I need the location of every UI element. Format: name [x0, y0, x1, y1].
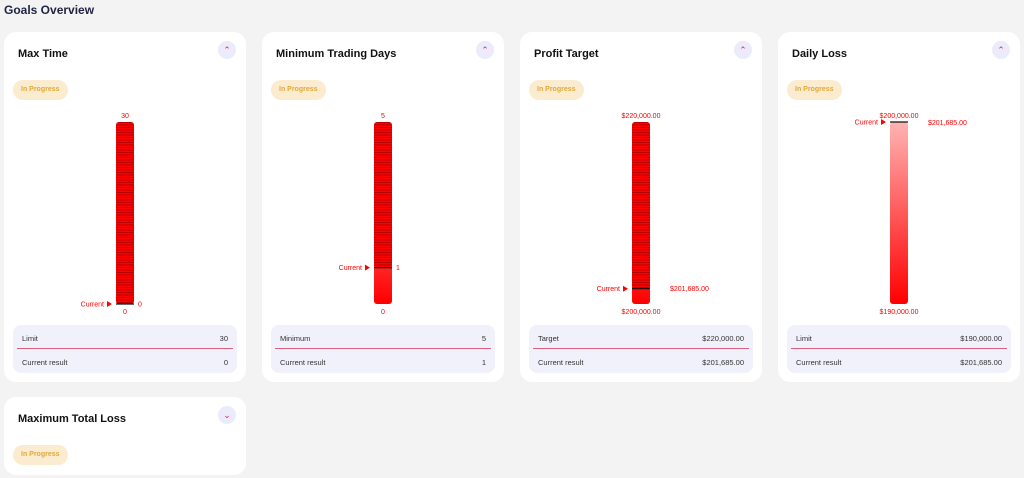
info-box: Minimum 5 Current result 1: [271, 325, 495, 373]
gauge-bottom-label: $200,000.00: [622, 309, 661, 316]
info-label: Limit: [796, 334, 812, 343]
info-label: Target: [538, 334, 559, 343]
info-value: $201,685.00: [960, 358, 1002, 367]
info-divider: [275, 348, 491, 349]
info-value: $201,685.00: [702, 358, 744, 367]
info-box: Limit $190,000.00 Current result $201,685.…: [787, 325, 1011, 373]
info-box: Target $220,000.00 Current result $201,685…: [529, 325, 753, 373]
info-label: Current result: [22, 358, 68, 367]
status-badge: In Progress: [13, 445, 68, 465]
current-arrow-icon: [107, 301, 112, 307]
gauge-fill: [374, 122, 392, 268]
info-value: 0: [223, 358, 228, 367]
expand-button[interactable]: ⌄: [218, 406, 236, 424]
current-arrow-icon: [623, 285, 628, 292]
current-value-label: 1: [396, 265, 400, 272]
info-label: Current result: [280, 358, 326, 367]
info-label: Limit: [22, 334, 38, 343]
progress-gauge: 30 0 Current 0: [81, 113, 142, 316]
current-arrow-icon: [365, 264, 370, 271]
gauge-bottom-label: $190,000.00: [880, 309, 919, 316]
gauge-bottom-label: 0: [123, 309, 127, 316]
info-box: Limit 30 Current result 0: [13, 325, 237, 373]
current-label: Current: [81, 302, 104, 309]
current-value-label: $201,685.00: [928, 120, 967, 127]
info-label: Current result: [538, 358, 584, 367]
gauge-top-label: 5: [381, 113, 385, 120]
goal-card-maximum-total-loss: Maximum Total Loss ⌄ In Progress: [4, 397, 246, 475]
gauge-top-label: 30: [121, 113, 129, 120]
goal-card-max-time: Max Time ⌃ In Progress 30 0 Current 0 Limit…: [4, 32, 246, 382]
gauge-top-label: $220,000.00: [622, 113, 661, 120]
info-divider: [533, 348, 749, 349]
current-label: Current: [339, 265, 362, 272]
gauge-top-label: $200,000.00: [880, 113, 919, 120]
info-value: 1: [481, 358, 486, 367]
info-value: 30: [219, 334, 228, 343]
goal-card-minimum-trading-days: Minimum Trading Days ⌃ In Progress 5 0 Cur…: [262, 32, 504, 382]
info-value: $220,000.00: [702, 334, 744, 343]
page-title: Goals Overview: [4, 3, 95, 17]
card-title: Maximum Total Loss: [18, 413, 126, 425]
progress-gauge: $200,000.00 $190,000.00 Current $201,685.00: [855, 113, 967, 316]
goal-card-profit-target: Profit Target ⌃ In Progress $220,000.00 $…: [520, 32, 762, 382]
current-value-label: 0: [138, 302, 142, 309]
gauge-fill: [632, 122, 650, 289]
info-divider: [791, 348, 1007, 349]
current-label: Current: [855, 120, 878, 127]
info-divider: [17, 348, 233, 349]
progress-gauge: $220,000.00 $200,000.00 Current $201,685.00: [597, 113, 709, 316]
chevron-down-icon: ⌄: [223, 409, 231, 420]
gauge-bottom-label: 0: [381, 309, 385, 316]
info-value: $190,000.00: [960, 334, 1002, 343]
info-label: Minimum: [280, 334, 311, 343]
gauge-track: [890, 122, 908, 304]
gauge-fill: [116, 122, 134, 304]
info-label: Current result: [796, 358, 842, 367]
current-label: Current: [597, 286, 620, 293]
progress-gauge: 5 0 Current 1: [339, 113, 400, 316]
goal-card-daily-loss: Daily Loss ⌃ In Progress $200,000.00 $190…: [778, 32, 1020, 382]
current-value-label: $201,685.00: [670, 286, 709, 293]
info-value: 5: [481, 334, 486, 343]
